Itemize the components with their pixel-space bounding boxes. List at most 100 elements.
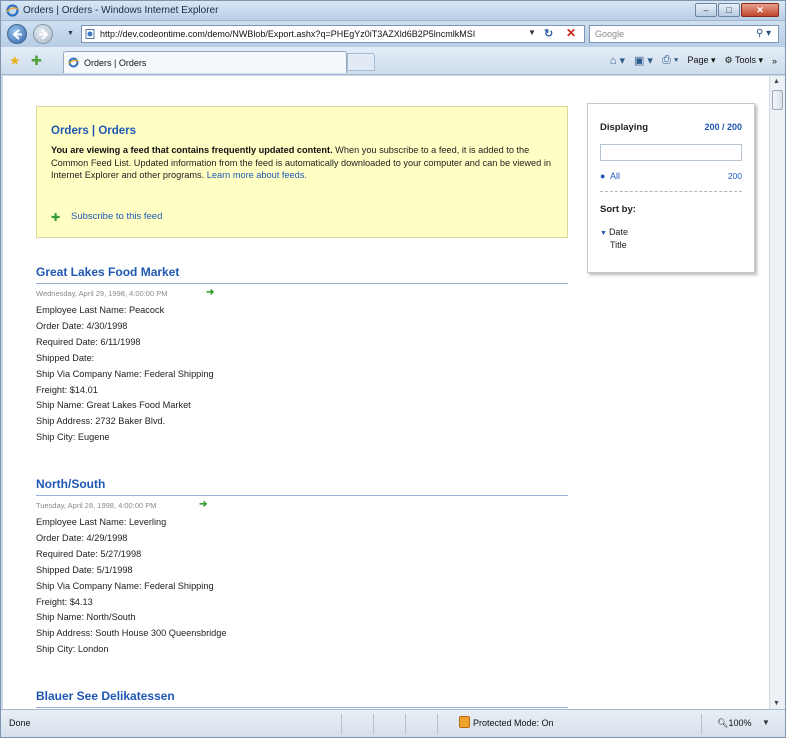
entry-title[interactable]: Great Lakes Food Market bbox=[36, 265, 179, 279]
entry-field: Required Date: 5/27/1998 bbox=[36, 548, 142, 559]
stop-icon[interactable]: ✕ bbox=[566, 26, 576, 40]
entry-field: Required Date: 6/11/1998 bbox=[36, 336, 141, 347]
displaying-label: Displaying bbox=[600, 122, 649, 133]
page-content: Orders | Orders You are viewing a feed t… bbox=[3, 76, 769, 709]
filter-all[interactable]: ● All 200 bbox=[600, 171, 742, 183]
feed-title: Orders | Orders bbox=[51, 125, 137, 137]
refresh-icon[interactable]: ↻ bbox=[544, 27, 553, 40]
status-divider bbox=[701, 714, 702, 734]
zoom-icon: 🔍︎ bbox=[717, 718, 729, 728]
zoom-level[interactable]: 🔍︎100% bbox=[717, 718, 751, 729]
page-menu-label: Page bbox=[687, 55, 709, 65]
recent-pages-dropdown-icon[interactable]: ▼ bbox=[67, 30, 74, 37]
sort-by-date[interactable]: ▼ Date bbox=[600, 227, 628, 237]
window-title: Orders | Orders - Windows Internet Explo… bbox=[23, 5, 219, 16]
zoom-value: 100% bbox=[728, 718, 752, 728]
entry-field: Employee Last Name: Leverling bbox=[36, 517, 167, 527]
entry-field: Ship City: Eugene bbox=[36, 432, 110, 443]
entry-field: Ship Via Company Name: Federal Shipping bbox=[36, 368, 214, 379]
subscribe-star-icon[interactable]: ✚ bbox=[51, 211, 60, 224]
entry-field: Order Date: 4/30/1998 bbox=[36, 320, 128, 331]
entry-date: Wednesday, April 29, 1998, 4:00:00 PM bbox=[36, 289, 168, 298]
bullet-icon: ● bbox=[600, 171, 606, 181]
learn-more-link[interactable]: Learn more about feeds. bbox=[207, 170, 307, 180]
address-bar[interactable]: http://dev.codeontime.com/demo/NWBlob/Ex… bbox=[81, 25, 585, 43]
page-menu[interactable]: Page ▾ bbox=[687, 55, 715, 66]
gear-icon: ⚙ bbox=[724, 55, 733, 65]
entry-divider bbox=[36, 495, 568, 496]
tab-bar: ★ ✚ Orders | Orders ⌂ ▾ ▣ ▾ ⎙ ▾ Page ▾ ⚙… bbox=[1, 47, 785, 75]
entry-field: Freight: $14.01 bbox=[36, 384, 98, 395]
tools-menu[interactable]: ⚙ Tools ▾ bbox=[725, 55, 763, 66]
entry-field: Shipped Date: 5/1/1998 bbox=[36, 564, 133, 575]
filter-all-count: 200 bbox=[727, 171, 742, 181]
entry-fields: Employee Last Name: Leverling Order Date… bbox=[36, 515, 227, 658]
maximize-button[interactable]: □ bbox=[718, 3, 740, 17]
subscribe-link[interactable]: Subscribe to this feed bbox=[71, 211, 162, 222]
protected-mode-status[interactable]: Protected Mode: On bbox=[473, 718, 554, 728]
status-divider bbox=[405, 714, 406, 734]
shield-icon bbox=[459, 716, 470, 728]
entry-field: Ship Name: Great Lakes Food Market bbox=[36, 400, 191, 411]
go-arrow-icon[interactable]: ➜ bbox=[199, 499, 207, 510]
tab-label: Orders | Orders bbox=[84, 58, 147, 68]
search-box[interactable]: Google ⚲ ▾ bbox=[589, 25, 779, 43]
navigation-bar: ▼ http://dev.codeontime.com/demo/NWBlob/… bbox=[1, 21, 785, 47]
entry-field: Ship Via Company Name: Federal Shipping bbox=[36, 580, 214, 591]
sort-arrow-icon: ▼ bbox=[600, 230, 607, 237]
favorites-star-icon[interactable]: ★ bbox=[9, 53, 21, 69]
divider bbox=[600, 191, 742, 192]
close-button[interactable]: ✕ bbox=[741, 3, 779, 17]
forward-arrow-icon bbox=[39, 29, 49, 40]
feed-side-panel: Displaying 200 / 200 ● All 200 Sort by: … bbox=[587, 103, 755, 273]
window-controls: – □ ✕ bbox=[695, 3, 779, 17]
back-arrow-icon bbox=[12, 29, 22, 40]
more-commands-icon[interactable]: » bbox=[772, 56, 777, 66]
browser-window: Orders | Orders - Windows Internet Explo… bbox=[0, 0, 786, 738]
filter-all-label[interactable]: All bbox=[610, 171, 620, 181]
sort-by-title[interactable]: Title bbox=[610, 240, 627, 250]
status-divider bbox=[437, 714, 438, 734]
status-divider bbox=[373, 714, 374, 734]
scroll-thumb[interactable] bbox=[772, 90, 783, 110]
sort-date-label: Date bbox=[608, 227, 628, 237]
zoom-dropdown-icon[interactable]: ▼ bbox=[762, 718, 770, 727]
status-divider bbox=[341, 714, 342, 734]
feed-description-bold: You are viewing a feed that contains fre… bbox=[51, 145, 333, 155]
forward-button[interactable] bbox=[33, 24, 53, 44]
tools-menu-label: Tools bbox=[734, 55, 756, 65]
scroll-down-icon[interactable]: ▼ bbox=[773, 700, 780, 707]
entry-divider bbox=[36, 707, 568, 708]
tab-orders[interactable]: Orders | Orders bbox=[63, 51, 347, 73]
home-icon[interactable]: ⌂ ▾ bbox=[610, 54, 625, 67]
status-text: Done bbox=[9, 718, 31, 728]
entry-title[interactable]: Blauer See Delikatessen bbox=[36, 689, 175, 703]
status-bar: Done Protected Mode: On 🔍︎100% ▼ bbox=[1, 709, 785, 737]
entry-field: Ship City: London bbox=[36, 644, 109, 655]
entry-field: Shipped Date: bbox=[36, 352, 95, 363]
scroll-up-icon[interactable]: ▲ bbox=[773, 78, 780, 85]
feed-filter-input[interactable] bbox=[600, 144, 742, 161]
sort-by-label: Sort by: bbox=[600, 204, 636, 215]
entry-field: Ship Address: 2732 Baker Blvd. bbox=[36, 416, 166, 427]
vertical-scrollbar[interactable]: ▲ ▼ bbox=[769, 76, 785, 709]
entry-fields: Employee Last Name: Peacock Order Date: … bbox=[36, 303, 214, 446]
new-tab-button[interactable] bbox=[347, 53, 375, 71]
add-favorites-icon[interactable]: ✚ bbox=[31, 53, 42, 69]
page-icon bbox=[85, 29, 95, 39]
command-bar: ⌂ ▾ ▣ ▾ ⎙ ▾ Page ▾ ⚙ Tools ▾ » bbox=[610, 54, 777, 67]
address-dropdown-icon[interactable]: ▼ bbox=[528, 28, 536, 37]
go-arrow-icon[interactable]: ➜ bbox=[206, 287, 214, 298]
entry-title[interactable]: North/South bbox=[36, 477, 105, 491]
tab-ie-icon bbox=[68, 57, 79, 68]
entry-divider bbox=[36, 283, 568, 284]
print-icon[interactable]: ⎙ ▾ bbox=[662, 54, 678, 67]
title-bar: Orders | Orders - Windows Internet Explo… bbox=[1, 1, 785, 21]
search-icon[interactable]: ⚲ ▾ bbox=[756, 28, 771, 39]
url-text[interactable]: http://dev.codeontime.com/demo/NWBlob/Ex… bbox=[100, 29, 530, 39]
back-button[interactable] bbox=[7, 24, 27, 44]
minimize-button[interactable]: – bbox=[695, 3, 717, 17]
entry-field: Employee Last Name: Peacock bbox=[36, 305, 165, 315]
feeds-icon[interactable]: ▣ ▾ bbox=[634, 54, 653, 67]
displaying-count: 200 / 200 bbox=[704, 122, 742, 132]
